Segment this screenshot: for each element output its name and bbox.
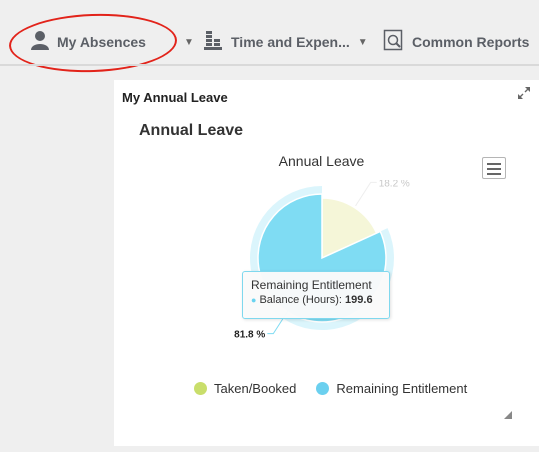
legend-dot xyxy=(194,381,207,395)
coins-icon xyxy=(204,29,224,56)
data-label-connector xyxy=(355,181,377,207)
nav-common-reports-label: Common Reports xyxy=(412,34,530,50)
nav-time-and-expenses-label: Time and Expen... xyxy=(231,34,350,50)
nav-my-absences-label: My Absences xyxy=(57,34,146,50)
section-title: Annual Leave xyxy=(139,122,244,139)
chart-menu-button[interactable] xyxy=(482,157,506,179)
expand-icon[interactable] xyxy=(517,86,531,100)
legend-item-taken-booked[interactable]: Taken/Booked xyxy=(194,381,296,396)
legend-dot xyxy=(316,381,330,395)
chart-tooltip: Remaining Entitlement ● Balance (Hours): … xyxy=(242,271,390,319)
legend-label: Taken/Booked xyxy=(214,380,297,396)
nav-my-absences[interactable]: My Absences ▼ xyxy=(30,27,194,57)
tooltip-header: Remaining Entitlement xyxy=(251,278,372,292)
chart-title: Annual Leave xyxy=(278,153,365,169)
nav-time-and-expenses[interactable]: Time and Expen... ▼ xyxy=(204,27,368,57)
tooltip-series-label: Balance (Hours) xyxy=(259,294,339,306)
tooltip-row: ● Balance (Hours): 199.6 xyxy=(251,294,373,306)
legend-item-remaining-entitlement[interactable]: Remaining Entitlement xyxy=(316,381,467,396)
nav-common-reports[interactable]: Common Reports ▼ xyxy=(383,27,539,57)
nav-divider xyxy=(0,64,539,66)
chevron-down-icon[interactable]: ▼ xyxy=(184,37,194,48)
tooltip-value: 199.6 xyxy=(345,294,373,306)
person-icon xyxy=(30,30,50,55)
chevron-down-icon[interactable]: ▼ xyxy=(358,37,368,48)
resize-grip-icon[interactable] xyxy=(503,407,513,419)
data-label-remaining-entitlement: 81.8 % xyxy=(234,330,265,341)
annual-leave-portlet: My Annual Leave Annual Leave Annual Leav… xyxy=(114,80,539,446)
top-navigation-bar: My Absences ▼ Time and Expen... ▼ Common… xyxy=(0,0,539,78)
portlet-header: My Annual Leave xyxy=(114,80,539,110)
legend-label: Remaining Entitlement xyxy=(336,380,468,396)
report-icon xyxy=(383,29,405,56)
tooltip-bullet-icon: ● xyxy=(251,295,257,305)
data-label-taken-booked: 18.2 % xyxy=(379,180,410,189)
portlet-title: My Annual Leave xyxy=(122,90,228,105)
hamburger-icon xyxy=(487,163,501,165)
chart-legend: Taken/Booked Remaining Entitlement xyxy=(194,378,487,398)
